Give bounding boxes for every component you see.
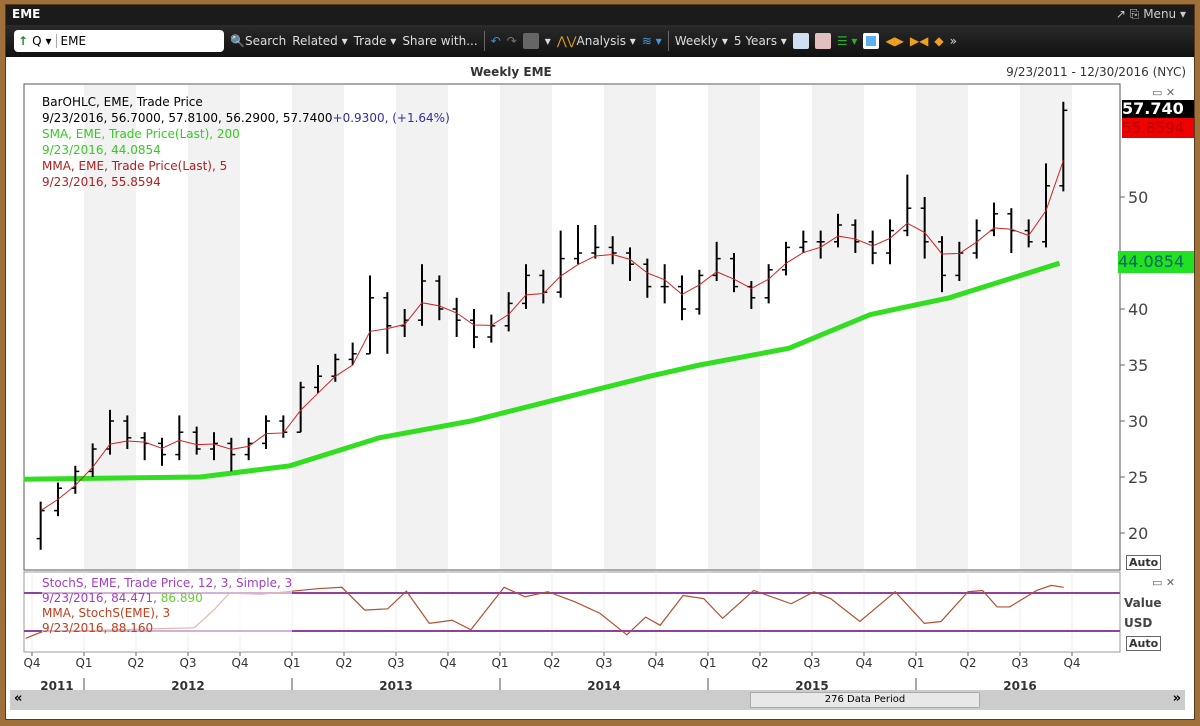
stoch-legend: StochS, EME, Trade Price, 12, 3, Simple,…	[42, 576, 293, 636]
mma-price-tag: 55.8594	[1122, 118, 1194, 138]
mma-legend-title: MMA, EME, Trade Price(Last), 5	[42, 159, 228, 173]
price-legend-values: 9/23/2016, 56.7000, 57.8100, 56.2900, 57…	[42, 111, 333, 125]
x-tick-label: Q4	[23, 656, 40, 670]
quarter-band	[916, 85, 968, 569]
price-axis-auto-button[interactable]: Auto	[1126, 555, 1162, 570]
x-tick-label: Q1	[283, 656, 300, 670]
x-tick-label: Q2	[543, 656, 560, 670]
stoch-mma-legend-title: MMA, StochS(EME), 3	[42, 606, 171, 620]
last-price-tag: 57.740	[1122, 100, 1194, 118]
stoch-mma-legend-value: 9/23/2016, 88.160	[42, 621, 154, 635]
x-tick-label: Q3	[387, 656, 404, 670]
lower-axis-value-label: Value	[1124, 596, 1162, 610]
x-tick-label: Q1	[491, 656, 508, 670]
x-tick-label: Q3	[803, 656, 820, 670]
x-tick-label: Q2	[959, 656, 976, 670]
x-tick-label: Q1	[907, 656, 924, 670]
time-scrollbar[interactable]: « 276 Data Period »	[10, 690, 1185, 710]
y-tick-label: 30	[1128, 412, 1148, 431]
x-tick-label: Q4	[647, 656, 664, 670]
scroll-start-icon[interactable]: «	[14, 691, 22, 706]
price-legend-title: BarOHLC, EME, Trade Price	[42, 95, 203, 109]
panel-minimize-close-icon[interactable]: ▭ ✕	[1152, 86, 1175, 99]
x-tick-label: Q1	[699, 656, 716, 670]
lower-axis-auto-button[interactable]: Auto	[1126, 636, 1162, 651]
quarter-band	[708, 85, 760, 569]
price-legend-change: +0.9300, (+1.64%)	[332, 111, 450, 125]
x-tick-label: Q3	[595, 656, 612, 670]
stoch-legend-value-d: 86.890	[160, 591, 203, 605]
stoch-legend-title: StochS, EME, Trade Price, 12, 3, Simple,…	[42, 576, 293, 590]
x-tick-label: Q1	[75, 656, 92, 670]
y-tick-label: 20	[1128, 524, 1148, 543]
stoch-legend-value: 9/23/2016, 84.471,	[42, 591, 157, 605]
stoch-panel-minimize-close-icon[interactable]: ▭ ✕	[1152, 576, 1175, 589]
lower-axis-currency-label: USD	[1124, 616, 1153, 630]
x-tick-label: Q4	[855, 656, 872, 670]
x-tick-label: Q3	[179, 656, 196, 670]
price-legend: BarOHLC, EME, Trade Price 9/23/2016, 56.…	[42, 94, 450, 190]
y-tick-label: 40	[1128, 300, 1148, 319]
x-tick-label: Q4	[231, 656, 248, 670]
y-tick-label: 35	[1128, 356, 1148, 375]
sma-price-tag: 44.0854	[1118, 251, 1194, 273]
quarter-band	[604, 85, 656, 569]
x-tick-label: Q4	[1063, 656, 1080, 670]
y-tick-label: 50	[1128, 188, 1148, 207]
x-tick-label: Q4	[439, 656, 456, 670]
x-tick-label: Q3	[1011, 656, 1028, 670]
x-tick-label: Q2	[127, 656, 144, 670]
sma-legend-title: SMA, EME, Trade Price(Last), 200	[42, 127, 240, 141]
scroll-thumb[interactable]: 276 Data Period	[750, 692, 980, 708]
y-tick-label: 25	[1128, 468, 1148, 487]
sma-legend-value: 9/23/2016, 44.0854	[42, 143, 161, 157]
mma-legend-value: 9/23/2016, 55.8594	[42, 175, 161, 189]
x-tick-label: Q2	[751, 656, 768, 670]
x-tick-label: Q2	[335, 656, 352, 670]
scroll-end-icon[interactable]: »	[1173, 691, 1181, 706]
